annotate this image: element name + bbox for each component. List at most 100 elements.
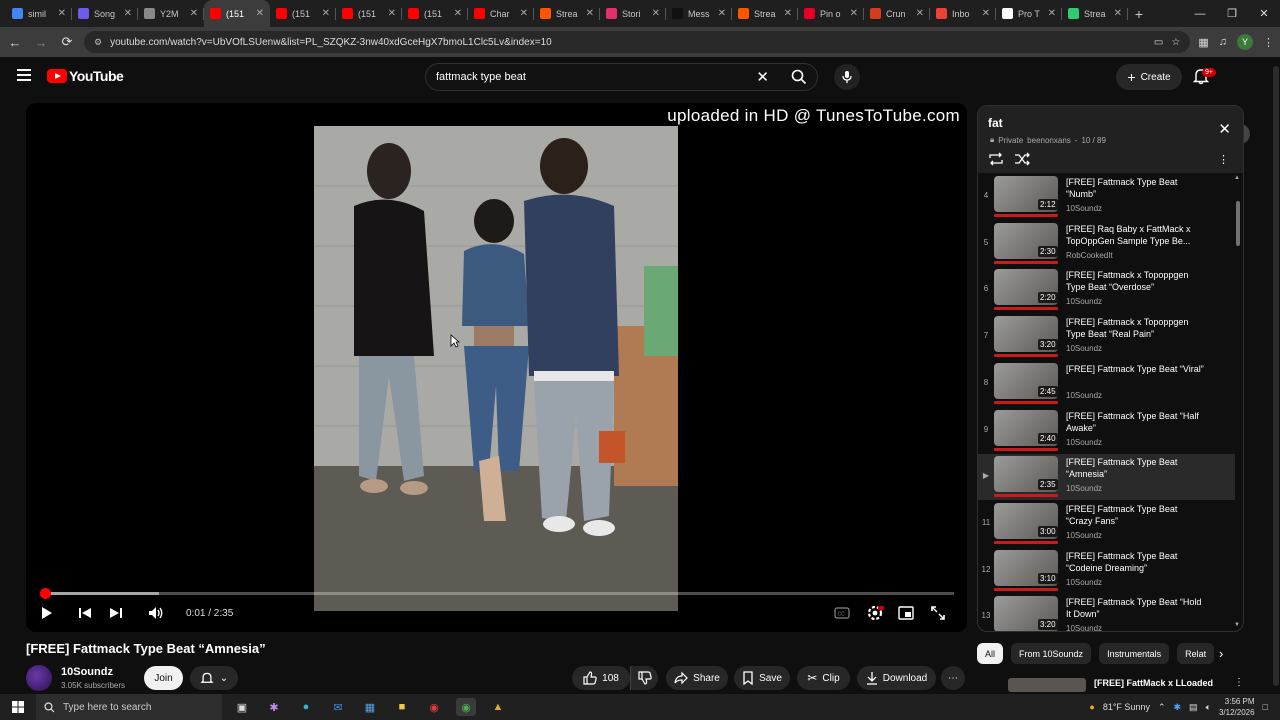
playlist-item[interactable]: 4 2:12 [FREE] Fattmack Type Beat “Numb” 10S… [978, 174, 1235, 220]
playlist-item[interactable]: ▶ 2:35 [FREE] Fattmack Type Beat “Amnesia”… [978, 454, 1235, 501]
volume-button[interactable] [147, 603, 165, 623]
tray-overflow-icon[interactable]: ⌃ [1158, 702, 1166, 713]
page-scrollbar[interactable] [1272, 60, 1280, 694]
notification-center-icon[interactable]: □ [1263, 702, 1268, 712]
fullscreen-button[interactable] [931, 603, 945, 623]
chrome-icon[interactable]: ◉ [456, 698, 476, 716]
site-info-icon[interactable]: ⚙ [94, 37, 102, 48]
tab-close-icon[interactable]: ✕ [982, 8, 990, 19]
tab-close-icon[interactable]: ✕ [124, 8, 132, 19]
close-window-icon[interactable]: ✕ [1248, 0, 1280, 27]
playlist-scrollbar[interactable] [1236, 201, 1240, 246]
install-icon[interactable]: ▭ [1154, 37, 1163, 48]
bookmark-star-icon[interactable]: ☆ [1171, 37, 1180, 48]
browser-tab[interactable]: Y2M ✕ [138, 0, 204, 27]
profile-avatar[interactable]: Y [1237, 34, 1253, 50]
play-button[interactable] [38, 603, 54, 623]
tab-close-icon[interactable]: ✕ [454, 8, 462, 19]
chevron-right-icon[interactable]: › [1219, 646, 1223, 661]
progress-bar[interactable] [40, 588, 954, 599]
browser-tab[interactable]: Strea ✕ [1062, 0, 1128, 27]
file-explorer-icon[interactable]: ■ [392, 698, 412, 716]
weather-text[interactable]: 81°F Sunny [1103, 702, 1150, 712]
store-icon[interactable]: ▦ [360, 698, 380, 716]
captions-button[interactable]: CC [834, 603, 850, 623]
clip-button[interactable]: ✂ Clip [797, 666, 850, 690]
playlist-item[interactable]: 9 2:40 [FREE] Fattmack Type Beat “Half Awa… [978, 408, 1235, 454]
filter-chip[interactable]: Relat [1177, 643, 1215, 664]
scrubber-handle[interactable] [40, 588, 52, 599]
restore-icon[interactable]: ❐ [1216, 0, 1248, 27]
save-button[interactable]: Save [734, 666, 790, 690]
filter-chip[interactable]: Instrumentals [1099, 643, 1170, 664]
tab-close-icon[interactable]: ✕ [718, 8, 726, 19]
menu-icon[interactable] [17, 69, 31, 81]
miniplayer-button[interactable] [898, 603, 914, 623]
tab-close-icon[interactable]: ✕ [850, 8, 858, 19]
up-next-video[interactable]: [FREE] FattMack x LLoaded ⋮ [1008, 675, 1248, 692]
share-button[interactable]: Share [666, 666, 728, 690]
minimize-icon[interactable]: — [1184, 0, 1216, 27]
clear-search-icon[interactable]: ✕ [756, 68, 769, 86]
forward-icon[interactable]: → [32, 33, 50, 51]
tab-close-icon[interactable]: ✕ [58, 8, 66, 19]
browser-tab[interactable]: (151 ✕ [204, 0, 270, 27]
playlist-item[interactable]: 7 3:20 [FREE] Fattmack x Topoppgen Type Be… [978, 314, 1235, 360]
search-icon[interactable] [791, 69, 807, 85]
system-clock[interactable]: 3:56 PM 3/12/2026 [1219, 696, 1255, 718]
browser-tab[interactable]: Song ✕ [72, 0, 138, 27]
next-button[interactable] [108, 603, 124, 623]
browser-tab[interactable]: Pin o ✕ [798, 0, 864, 27]
channel-avatar[interactable] [26, 665, 52, 691]
scroll-down-icon[interactable]: ▼ [1234, 622, 1240, 628]
like-button[interactable]: 108 [572, 666, 630, 690]
video-frame[interactable] [314, 126, 678, 611]
filter-chip[interactable]: All [977, 643, 1004, 664]
tab-close-icon[interactable]: ✕ [1048, 8, 1056, 19]
task-view-icon[interactable]: ▣ [232, 698, 252, 716]
loop-icon[interactable] [988, 152, 1004, 166]
playlist-item[interactable]: 5 2:30 [FREE] Raq Baby x FattMack x TopOpp… [978, 221, 1235, 267]
browser-tab[interactable]: (151 ✕ [402, 0, 468, 27]
browser-tab[interactable]: Strea ✕ [732, 0, 798, 27]
tab-close-icon[interactable]: ✕ [916, 8, 924, 19]
join-button[interactable]: Join [144, 666, 183, 690]
start-button[interactable] [0, 694, 36, 720]
tab-close-icon[interactable]: ✕ [322, 8, 330, 19]
bluetooth-icon[interactable]: ✱ [1174, 702, 1182, 713]
network-icon[interactable]: ▤ [1189, 702, 1198, 713]
search-input[interactable]: fattmack type beat [436, 71, 756, 83]
playlist-item[interactable]: 8 2:45 [FREE] Fattmack Type Beat “Viral” 10… [978, 361, 1235, 407]
shuffle-icon[interactable] [1014, 152, 1030, 166]
subscription-bell-button[interactable]: ⌄ [190, 666, 238, 690]
media-control-icon[interactable]: ♫ [1219, 36, 1227, 48]
edge-icon[interactable]: ● [296, 698, 316, 716]
playlist-item[interactable]: 11 3:00 [FREE] Fattmack Type Beat “Crazy F… [978, 501, 1235, 547]
browser-tab[interactable]: simil ✕ [6, 0, 72, 27]
new-tab-button[interactable]: + [1128, 0, 1150, 27]
scroll-up-icon[interactable]: ▲ [1234, 175, 1240, 181]
playlist-item[interactable]: 12 3:10 [FREE] Fattmack Type Beat “Codeine… [978, 548, 1235, 594]
back-icon[interactable]: ← [6, 33, 24, 51]
channel-name[interactable]: 10Soundz [61, 666, 113, 678]
mail-icon[interactable]: ✉ [328, 698, 348, 716]
playlist-menu-icon[interactable]: ⋮ [1218, 153, 1229, 166]
video-player[interactable]: uploaded in HD @ TunesToTube.com 0:01 / … [26, 103, 967, 632]
create-button[interactable]: + Create [1116, 64, 1182, 90]
tab-close-icon[interactable]: ✕ [784, 8, 792, 19]
copilot-icon[interactable]: ✱ [264, 698, 284, 716]
browser-tab[interactable]: Char ✕ [468, 0, 534, 27]
filter-chip[interactable]: From 10Soundz [1011, 643, 1092, 664]
up-next-menu-icon[interactable]: ⋮ [1234, 677, 1244, 688]
browser-tab[interactable]: Crun ✕ [864, 0, 930, 27]
tab-close-icon[interactable]: ✕ [586, 8, 594, 19]
playlist-title[interactable]: fat [988, 116, 1003, 130]
playlist-item[interactable]: 13 3:20 [FREE] Fattmack Type Beat “Hold It… [978, 594, 1235, 631]
browser-tab[interactable]: Pro T ✕ [996, 0, 1062, 27]
playlist-owner[interactable]: beenonxans [1027, 136, 1071, 145]
app-icon[interactable]: ▲ [488, 698, 508, 716]
browser-tab[interactable]: Mess ✕ [666, 0, 732, 27]
dislike-button[interactable] [630, 666, 658, 690]
youtube-logo[interactable]: YouTube [47, 68, 124, 84]
tab-close-icon[interactable]: ✕ [520, 8, 528, 19]
